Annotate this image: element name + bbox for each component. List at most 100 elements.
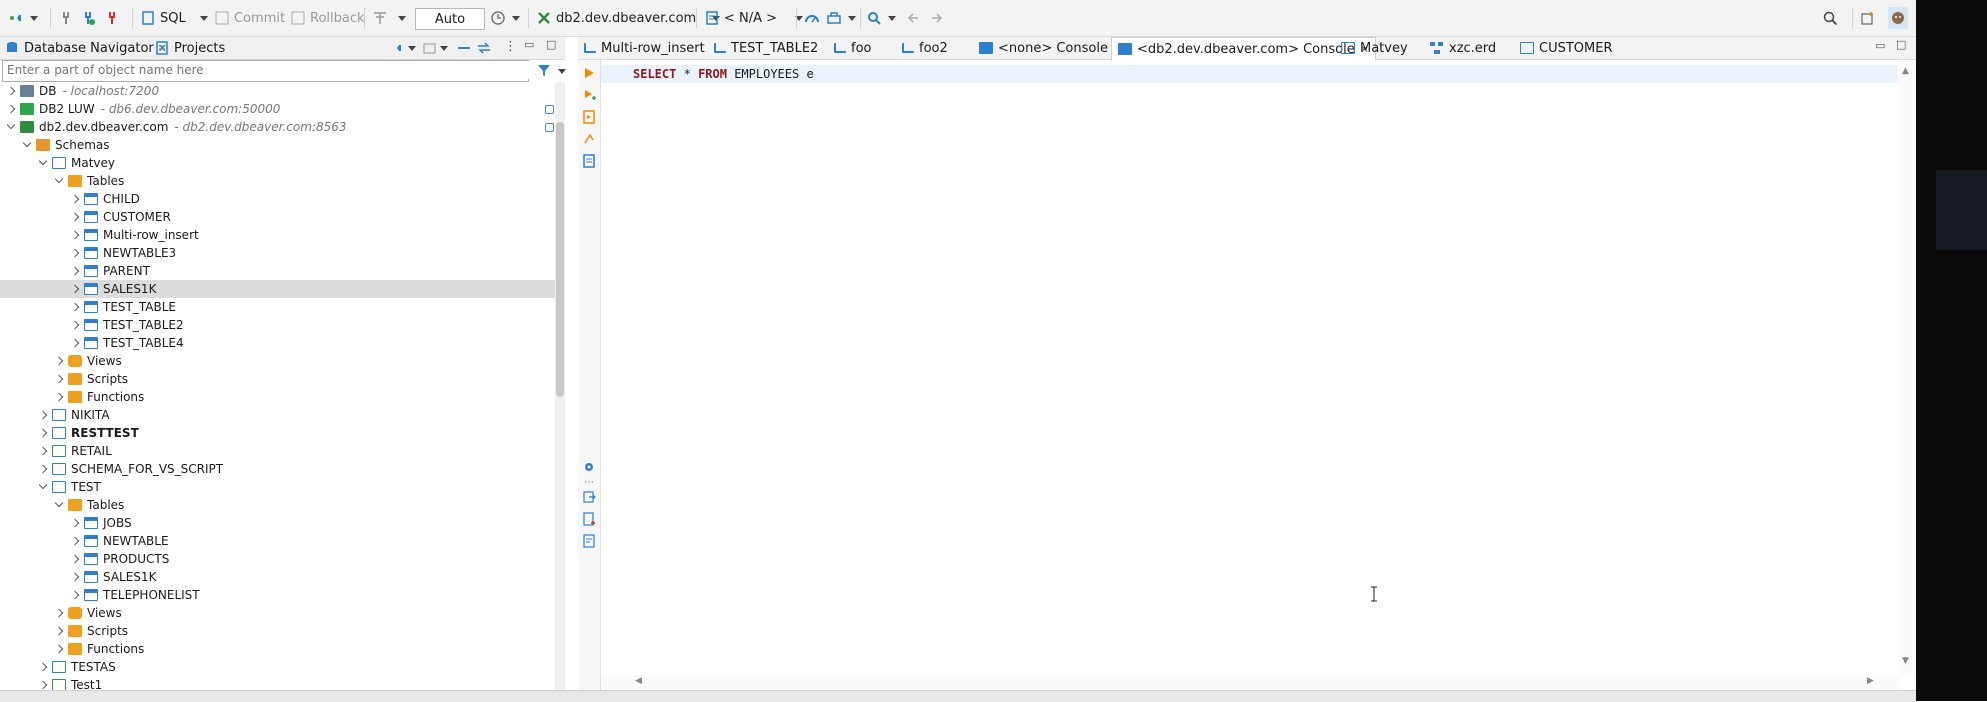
expand-icon[interactable] <box>54 356 64 366</box>
link-with-editor-icon[interactable] <box>476 40 492 56</box>
expand-icon[interactable] <box>70 284 80 294</box>
expand-icon[interactable] <box>54 374 64 384</box>
filter-settings-icon[interactable] <box>536 62 552 78</box>
expand-icon[interactable] <box>70 590 80 600</box>
maximize-editor-icon[interactable]: □ <box>1896 38 1906 51</box>
search-toolbar-button[interactable] <box>866 7 896 29</box>
scroll-left-icon[interactable]: ◀ <box>635 676 642 686</box>
scroll-right-icon[interactable]: ▶ <box>1867 676 1874 686</box>
tab-customer[interactable]: CUSTOMER <box>1514 37 1618 59</box>
expand-icon[interactable] <box>54 626 64 636</box>
tree-node-tables[interactable]: Tables <box>0 172 555 190</box>
maximize-icon[interactable]: □ <box>546 38 556 51</box>
history-button[interactable] <box>490 7 520 29</box>
execute-new-tab-icon[interactable] <box>582 88 596 102</box>
tree-node-tables[interactable]: Tables <box>0 496 555 514</box>
tree-node-table[interactable]: CHILD <box>0 190 555 208</box>
disconnect-button[interactable] <box>58 7 74 29</box>
expand-icon[interactable] <box>54 608 64 618</box>
tab-none-console[interactable]: <none> Console <box>973 37 1114 59</box>
commit-button[interactable]: Commit <box>214 7 285 29</box>
settings-gear-icon[interactable] <box>582 460 596 474</box>
tab-database-navigator[interactable]: Database Navigator ✕ <box>4 40 167 56</box>
tree-node-table[interactable]: TEST_TABLE4 <box>0 334 555 352</box>
tab-projects[interactable]: Projects <box>154 40 225 56</box>
tree-node-schemas[interactable]: Schemas <box>0 136 555 154</box>
back-button[interactable] <box>906 7 922 29</box>
expand-icon[interactable] <box>70 248 80 258</box>
execute-script-new-tabs-icon[interactable] <box>582 132 596 146</box>
transaction-mode-button[interactable] <box>372 7 406 29</box>
show-outline-icon[interactable] <box>582 534 596 548</box>
expand-icon[interactable] <box>38 464 48 474</box>
tree-node-table[interactable]: TEST_TABLE2 <box>0 316 555 334</box>
collapse-icon[interactable] <box>6 122 16 132</box>
tree-node-schema[interactable]: TESTAS <box>0 658 555 676</box>
tree-node-db2-dev[interactable]: db2.dev.dbeaver.com - db2.dev.dbeaver.co… <box>0 118 555 136</box>
tree-node-table[interactable]: TEST_TABLE <box>0 298 555 316</box>
tab-foo[interactable]: foo <box>828 37 877 59</box>
sql-editor[interactable]: SELECT * FROM EMPLOYEES e <box>601 60 1899 675</box>
expand-icon[interactable] <box>54 644 64 654</box>
tree-node-table[interactable]: SALES1K <box>0 568 555 586</box>
expand-icon[interactable] <box>54 392 64 402</box>
export-icon[interactable] <box>582 490 596 504</box>
tab-xzc-erd[interactable]: xzc.erd <box>1424 37 1502 59</box>
scroll-up-icon[interactable]: ▲ <box>1902 66 1909 76</box>
tree-node-table[interactable]: NEWTABLE <box>0 532 555 550</box>
tree-node-table[interactable]: CUSTOMER <box>0 208 555 226</box>
tree-node-schema[interactable]: Test1 <box>0 676 555 690</box>
global-search-button[interactable] <box>1822 7 1838 29</box>
active-connection-selector[interactable]: db2.dev.dbeaver.com <box>536 7 721 29</box>
execute-statement-icon[interactable] <box>582 66 596 80</box>
collapse-icon[interactable] <box>54 176 64 186</box>
current-code-line[interactable]: SELECT * FROM EMPLOYEES e <box>601 65 1898 83</box>
object-filter-field[interactable] <box>2 60 536 82</box>
collapse-icon[interactable] <box>22 140 32 150</box>
expand-icon[interactable] <box>70 212 80 222</box>
tab-test-table2[interactable]: TEST_TABLE2 <box>708 37 824 59</box>
new-script-icon[interactable] <box>582 512 596 526</box>
active-schema-selector[interactable]: < N/A > <box>704 7 804 29</box>
expand-icon[interactable] <box>38 446 48 456</box>
expand-icon[interactable] <box>38 410 48 420</box>
expand-icon[interactable] <box>70 536 80 546</box>
tree-node-schema[interactable]: RESTTEST <box>0 424 555 442</box>
view-menu-icon[interactable]: ⋮ <box>504 39 517 54</box>
object-filter-input[interactable] <box>3 61 536 79</box>
scroll-down-icon[interactable]: ▼ <box>1902 656 1909 666</box>
expand-icon[interactable] <box>70 266 80 276</box>
expand-icon[interactable] <box>6 86 16 96</box>
tree-node-schema-test[interactable]: TEST <box>0 478 555 496</box>
tree-node-views[interactable]: Views <box>0 352 555 370</box>
invalidate-button[interactable] <box>104 7 120 29</box>
tree-node-schema[interactable]: SCHEMA_FOR_VS_SCRIPT <box>0 460 555 478</box>
tree-node-functions[interactable]: Functions <box>0 640 555 658</box>
tree-node-table[interactable]: TELEPHONELIST <box>0 586 555 604</box>
tree-node-schema[interactable]: RETAIL <box>0 442 555 460</box>
tree-node-scripts[interactable]: Scripts <box>0 622 555 640</box>
minimize-icon[interactable]: ▭ <box>524 38 534 51</box>
tree-node-table-selected[interactable]: SALES1K <box>0 280 555 298</box>
expand-icon[interactable] <box>70 518 80 528</box>
expand-icon[interactable] <box>70 338 80 348</box>
tree-node-schema[interactable]: NIKITA <box>0 406 555 424</box>
expand-icon[interactable] <box>70 194 80 204</box>
dashboard-button[interactable] <box>804 7 820 29</box>
new-connection-button[interactable] <box>8 7 38 29</box>
expand-icon[interactable] <box>6 104 16 114</box>
forward-button[interactable] <box>928 7 944 29</box>
tree-node-db2-luw[interactable]: DB2 LUW - db6.dev.dbeaver.com:50000 <box>0 100 555 118</box>
editor-horizontal-scrollbar[interactable]: ◀ ▶ <box>601 675 1899 689</box>
tab-matvey[interactable]: Matvey <box>1335 37 1414 59</box>
collapse-all-icon[interactable] <box>456 40 472 56</box>
expand-icon[interactable] <box>38 662 48 672</box>
reconnect-button[interactable] <box>80 7 96 29</box>
expand-icon[interactable] <box>70 572 80 582</box>
expand-icon[interactable] <box>70 230 80 240</box>
editor-vertical-scrollbar[interactable]: ▲ ▼ <box>1899 60 1913 675</box>
tree-node-db[interactable]: DB - localhost:7200 <box>0 82 555 100</box>
tab-multi-row-insert[interactable]: Multi-row_insert <box>578 37 711 59</box>
expand-icon[interactable] <box>38 680 48 690</box>
tree-node-table[interactable]: Multi-row_insert <box>0 226 555 244</box>
